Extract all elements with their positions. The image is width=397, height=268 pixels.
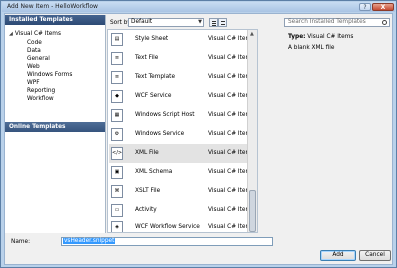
- window-title: Add New Item - HelloWorkflow: [7, 3, 98, 10]
- xml-schema-icon: ▣: [111, 166, 123, 179]
- template-name: XSLT File: [135, 188, 161, 194]
- dialog-window: Add New Item - HelloWorkflow ? X Install…: [0, 0, 397, 268]
- sort-by-dropdown[interactable]: Default ▼: [128, 18, 204, 27]
- medium-icons-view-button[interactable]: [209, 18, 218, 27]
- tree-item-windows-forms[interactable]: Windows Forms: [27, 71, 72, 79]
- template-item-xml-file[interactable]: </> XML File Visual C# Items: [109, 144, 254, 163]
- template-item-wcf-service[interactable]: ◆ WCF Service Visual C# Items: [109, 87, 254, 106]
- template-list: ▤ Style Sheet Visual C# Items ≡ Text Fil…: [107, 29, 258, 233]
- template-name: XML File: [135, 150, 159, 156]
- template-name: Windows Script Host: [135, 112, 195, 118]
- template-categories-pane: Installed Templates ◢ Visual C# Items Cod…: [5, 15, 106, 233]
- type-label: Type:: [288, 34, 306, 40]
- name-label: Name:: [11, 239, 31, 245]
- css-file-icon: ▤: [111, 33, 123, 46]
- template-name: Activity: [135, 207, 157, 213]
- help-button[interactable]: ?: [359, 3, 371, 11]
- template-item-xslt-file[interactable]: ⌘ XSLT File Visual C# Items: [109, 182, 254, 201]
- template-item-text-template[interactable]: ≡ Text Template Visual C# Items: [109, 68, 254, 87]
- tree-item-workflow[interactable]: Workflow: [27, 95, 54, 103]
- tree-item-reporting[interactable]: Reporting: [27, 87, 55, 95]
- script-host-icon: ▦: [111, 109, 123, 122]
- tree-root-label: Visual C# Items: [14, 31, 61, 37]
- scroll-up-icon[interactable]: ▲: [250, 31, 254, 37]
- xml-file-icon: </>: [111, 147, 123, 160]
- template-description: A blank XML file: [288, 45, 335, 51]
- activity-icon: ▭: [111, 204, 123, 217]
- chevron-down-icon: ▼: [198, 19, 202, 25]
- template-name: Windows Service: [135, 131, 185, 137]
- template-item-windows-service[interactable]: ⚙ Windows Service Visual C# Items: [109, 125, 254, 144]
- template-name: Text Template: [135, 74, 176, 80]
- search-icon[interactable]: [382, 20, 387, 25]
- template-name: Style Sheet: [135, 36, 169, 42]
- add-button[interactable]: Add: [320, 250, 356, 261]
- windows-service-icon: ⚙: [111, 128, 123, 141]
- scrollbar-thumb[interactable]: [249, 190, 256, 232]
- template-name: XML Schema: [135, 169, 173, 175]
- tree-item-visual-csharp[interactable]: ◢ Visual C# Items: [9, 30, 61, 38]
- template-item-windows-script-host[interactable]: ▦ Windows Script Host Visual C# Items: [109, 106, 254, 125]
- close-button[interactable]: X: [372, 3, 394, 11]
- template-list-scrollbar[interactable]: ▲: [247, 30, 257, 232]
- template-item-style-sheet[interactable]: ▤ Style Sheet Visual C# Items: [109, 30, 254, 49]
- installed-templates-header[interactable]: Installed Templates: [5, 15, 105, 25]
- cancel-button[interactable]: Cancel: [359, 250, 391, 261]
- xslt-file-icon: ⌘: [111, 185, 123, 198]
- name-field[interactable]: vsHeader.snippet: [61, 237, 273, 246]
- template-details-pane: Type: Visual C# Items A blank XML file: [284, 29, 394, 233]
- type-value: Visual C# Items: [307, 34, 354, 40]
- text-file-icon: ≡: [111, 52, 123, 65]
- tree-item-general[interactable]: General: [27, 55, 50, 63]
- wcf-service-icon: ◆: [111, 90, 123, 103]
- template-name: WCF Workflow Service: [135, 224, 200, 230]
- tree-item-web[interactable]: Web: [27, 63, 40, 71]
- text-template-icon: ≡: [111, 71, 123, 84]
- sort-by-value: Default: [131, 19, 153, 25]
- template-name: Text File: [135, 55, 159, 61]
- expand-triangle-icon[interactable]: ◢: [9, 31, 13, 37]
- template-type: Type: Visual C# Items: [288, 34, 353, 40]
- search-placeholder: Search Installed Templates: [288, 19, 366, 25]
- template-item-xml-schema[interactable]: ▣ XML Schema Visual C# Items: [109, 163, 254, 182]
- dialog-body: Installed Templates ◢ Visual C# Items Cod…: [4, 13, 393, 265]
- small-icons-view-button[interactable]: [218, 18, 227, 27]
- tree-item-wpf[interactable]: WPF: [27, 79, 40, 87]
- online-templates-header[interactable]: Online Templates: [5, 122, 105, 132]
- template-name: WCF Service: [135, 93, 172, 99]
- template-item-wcf-workflow-service[interactable]: ◈ WCF Workflow Service Visual C# Items: [109, 218, 254, 232]
- tree-item-data[interactable]: Data: [27, 47, 41, 55]
- search-input[interactable]: Search Installed Templates: [284, 18, 390, 27]
- tree-item-code[interactable]: Code: [27, 39, 42, 47]
- wcf-workflow-icon: ◈: [111, 221, 123, 232]
- title-bar[interactable]: Add New Item - HelloWorkflow ? X: [2, 2, 395, 12]
- name-value: vsHeader.snippet: [63, 238, 116, 244]
- template-item-text-file[interactable]: ≡ Text File Visual C# Items: [109, 49, 254, 68]
